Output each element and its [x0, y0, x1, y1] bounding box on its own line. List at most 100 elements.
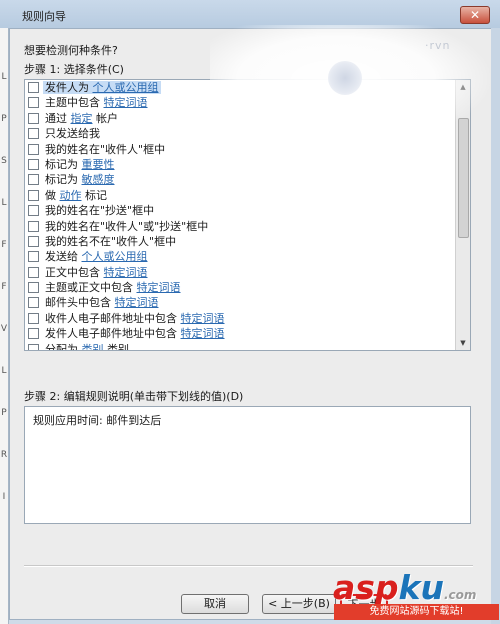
- strip-glyph: F: [1, 240, 7, 250]
- scroll-up-arrow-icon[interactable]: ▲: [456, 80, 470, 94]
- condition-row[interactable]: 分配为 类别 类别: [25, 342, 455, 351]
- condition-row[interactable]: 做 动作 标记: [25, 188, 455, 203]
- condition-checkbox[interactable]: [28, 82, 39, 93]
- condition-row[interactable]: 邮件头中包含 特定词语: [25, 295, 455, 310]
- condition-value-link[interactable]: 敏感度: [82, 173, 115, 186]
- condition-value-link[interactable]: 特定词语: [137, 281, 181, 294]
- condition-text: 标记为: [45, 173, 78, 187]
- condition-label: 我的姓名在"收件人"或"抄送"框中: [43, 220, 210, 233]
- condition-row[interactable]: 主题或正文中包含 特定词语: [25, 280, 455, 295]
- scroll-thumb[interactable]: [458, 118, 469, 238]
- condition-row[interactable]: 我的姓名在"收件人"框中: [25, 142, 455, 157]
- watermark-subtitle: 免费网站源码下载站!: [334, 604, 499, 620]
- condition-row[interactable]: 标记为 敏感度: [25, 172, 455, 187]
- condition-row[interactable]: 我的姓名在"收件人"或"抄送"框中: [25, 219, 455, 234]
- strip-glyph: R: [0, 450, 8, 460]
- condition-row[interactable]: 正文中包含 特定词语: [25, 265, 455, 280]
- condition-value-link[interactable]: 特定词语: [181, 327, 225, 340]
- condition-text: 分配为: [45, 342, 78, 351]
- strip-glyph: L: [1, 198, 7, 208]
- condition-label: 发件人电子邮件地址中包含 特定词语: [43, 327, 227, 340]
- condition-text: 收件人电子邮件地址中包含: [45, 311, 177, 325]
- condition-value-link[interactable]: 特定词语: [115, 296, 159, 309]
- condition-value-link[interactable]: 个人或公用组: [93, 81, 159, 94]
- condition-checkbox[interactable]: [28, 343, 39, 350]
- scroll-down-arrow-icon[interactable]: ▼: [456, 336, 470, 350]
- glare-spot: [328, 61, 362, 95]
- condition-checkbox[interactable]: [28, 143, 39, 155]
- strip-glyph: P: [1, 114, 7, 124]
- rule-description-box[interactable]: 规则应用时间: 邮件到达后: [24, 406, 471, 524]
- back-button[interactable]: < 上一步(B): [262, 594, 336, 614]
- condition-value-link[interactable]: 指定: [71, 112, 93, 125]
- condition-label: 只发送给我: [43, 127, 102, 140]
- condition-text: 主题或正文中包含: [45, 281, 133, 295]
- condition-checkbox[interactable]: [28, 266, 39, 278]
- condition-checkbox[interactable]: [28, 112, 39, 124]
- condition-text: 发件人为: [45, 81, 89, 94]
- condition-label: 我的姓名在"收件人"框中: [43, 143, 167, 156]
- window-title: 规则向导: [22, 10, 66, 23]
- condition-label: 发件人为 个人或公用组: [43, 81, 161, 94]
- condition-label: 做 动作 标记: [43, 189, 109, 202]
- strip-glyph: V: [0, 324, 8, 334]
- condition-checkbox[interactable]: [28, 174, 39, 186]
- button-separator: [24, 565, 473, 567]
- condition-value-link[interactable]: 类别: [82, 343, 104, 350]
- condition-text: 我的姓名在"收件人"框中: [45, 142, 166, 156]
- condition-row[interactable]: 发件人电子邮件地址中包含 特定词语: [25, 326, 455, 341]
- strip-glyph: I: [2, 492, 6, 502]
- condition-checkbox[interactable]: [28, 158, 39, 170]
- condition-checkbox[interactable]: [28, 189, 39, 201]
- condition-row[interactable]: 标记为 重要性: [25, 157, 455, 172]
- conditions-scrollbar[interactable]: ▲ ▼: [455, 80, 470, 350]
- condition-suffix: 类别: [107, 342, 129, 351]
- condition-label: 主题中包含 特定词语: [43, 96, 150, 109]
- condition-text: 做: [45, 188, 56, 202]
- condition-value-link[interactable]: 个人或公用组: [82, 250, 148, 263]
- watermark-main: asp: [333, 568, 399, 607]
- condition-checkbox[interactable]: [28, 128, 39, 140]
- condition-text: 发件人电子邮件地址中包含: [45, 327, 177, 341]
- condition-checkbox[interactable]: [28, 220, 39, 232]
- watermark-accent: ku: [398, 568, 444, 607]
- cancel-button[interactable]: 取消: [181, 594, 249, 614]
- condition-checkbox[interactable]: [28, 251, 39, 263]
- condition-row[interactable]: 我的姓名不在"收件人"框中: [25, 234, 455, 249]
- condition-value-link[interactable]: 重要性: [82, 158, 115, 171]
- condition-value-link[interactable]: 特定词语: [104, 96, 148, 109]
- condition-row[interactable]: 主题中包含 特定词语: [25, 95, 455, 110]
- condition-text: 主题中包含: [45, 96, 100, 110]
- condition-checkbox[interactable]: [28, 97, 39, 109]
- condition-row[interactable]: 通过 指定 帐户: [25, 111, 455, 126]
- condition-label: 收件人电子邮件地址中包含 特定词语: [43, 312, 227, 325]
- condition-label: 我的姓名在"抄送"框中: [43, 204, 156, 217]
- condition-checkbox[interactable]: [28, 235, 39, 247]
- condition-value-link[interactable]: 特定词语: [181, 312, 225, 325]
- condition-checkbox[interactable]: [28, 282, 39, 294]
- close-button[interactable]: ✕: [460, 6, 490, 24]
- condition-row[interactable]: 只发送给我: [25, 126, 455, 141]
- condition-label: 邮件头中包含 特定词语: [43, 296, 161, 309]
- condition-row[interactable]: 发送给 个人或公用组: [25, 249, 455, 264]
- condition-value-link[interactable]: 特定词语: [104, 266, 148, 279]
- condition-checkbox[interactable]: [28, 312, 39, 324]
- condition-row[interactable]: 发件人为 个人或公用组: [25, 80, 455, 95]
- condition-value-link[interactable]: 动作: [60, 189, 82, 202]
- strip-glyph: L: [1, 366, 7, 376]
- condition-label: 我的姓名不在"收件人"框中: [43, 235, 178, 248]
- condition-text: 邮件头中包含: [45, 296, 111, 310]
- condition-checkbox[interactable]: [28, 328, 39, 340]
- condition-text: 发送给: [45, 250, 78, 264]
- condition-suffix: 标记: [85, 188, 107, 202]
- condition-checkbox[interactable]: [28, 297, 39, 309]
- conditions-list[interactable]: 发件人为 个人或公用组 主题中包含 特定词语 通过 指定 帐户 只发送给我 我的姓名在"…: [24, 79, 471, 351]
- condition-rows: 发件人为 个人或公用组 主题中包含 特定词语 通过 指定 帐户 只发送给我 我的姓名在"…: [25, 80, 455, 351]
- condition-row[interactable]: 收件人电子邮件地址中包含 特定词语: [25, 311, 455, 326]
- question-label: 想要检测何种条件?: [24, 44, 118, 57]
- condition-row[interactable]: 我的姓名在"抄送"框中: [25, 203, 455, 218]
- condition-text: 通过: [45, 111, 67, 125]
- watermark-tail: .com: [444, 588, 477, 602]
- condition-checkbox[interactable]: [28, 205, 39, 217]
- condition-label: 主题或正文中包含 特定词语: [43, 281, 183, 294]
